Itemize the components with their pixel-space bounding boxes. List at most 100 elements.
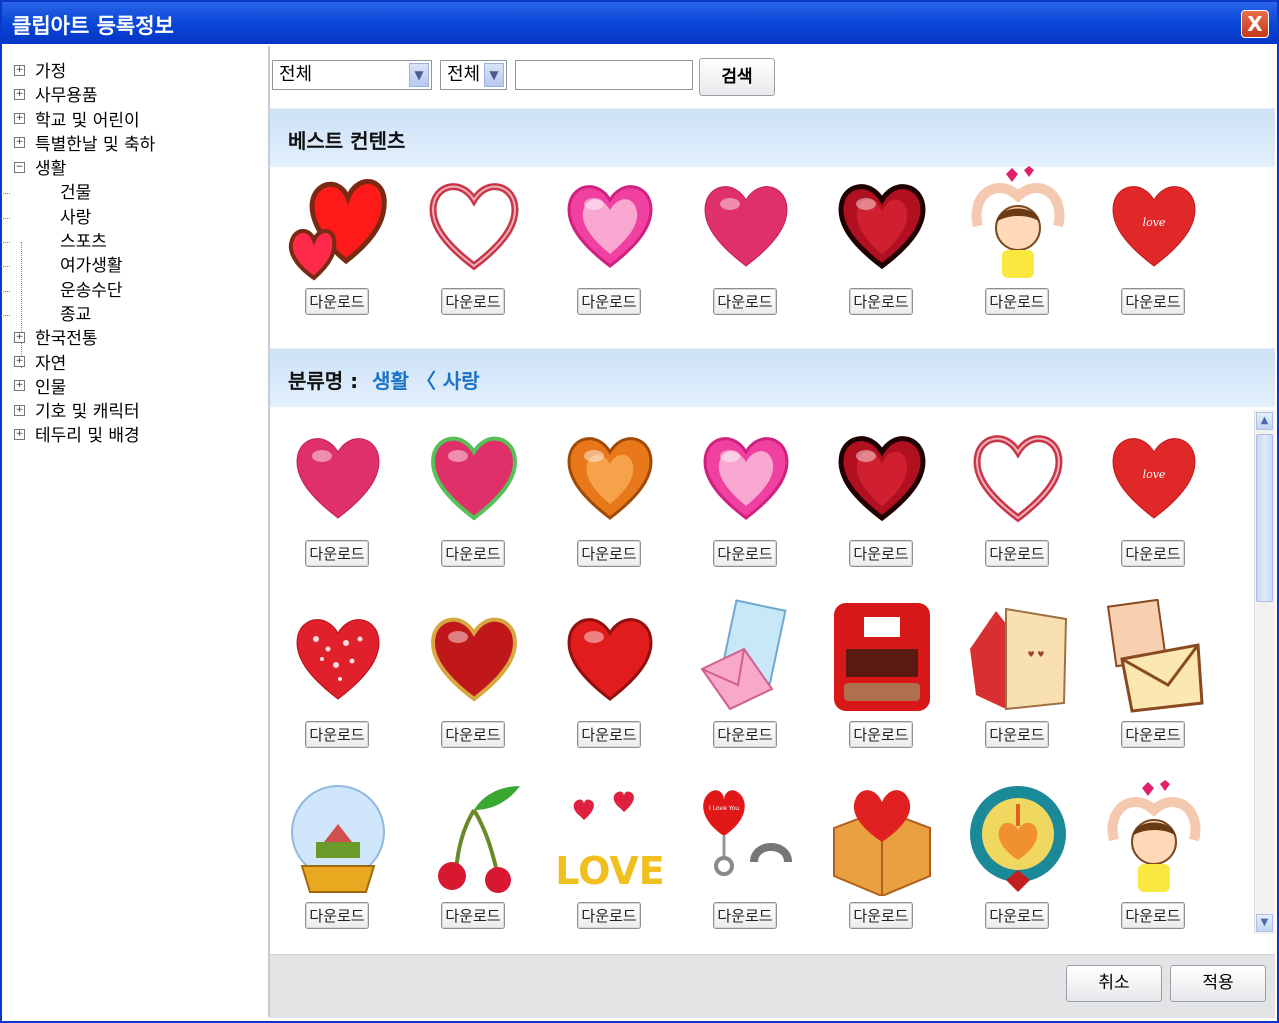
love-letter-icon[interactable]	[694, 599, 798, 715]
download-button[interactable]: 다운로드	[577, 288, 641, 315]
cherry-icon[interactable]	[422, 780, 526, 896]
scroll-down-icon[interactable]: ▼	[1256, 914, 1273, 932]
download-button[interactable]: 다운로드	[577, 540, 641, 567]
scroll-thumb[interactable]	[1256, 434, 1273, 602]
search-button[interactable]: 검색	[699, 58, 775, 96]
pink-glossy-heart-icon[interactable]	[558, 166, 662, 282]
tree-item[interactable]: 건물	[0, 181, 155, 205]
download-button[interactable]: 다운로드	[849, 902, 913, 929]
download-button[interactable]: 다운로드	[713, 288, 777, 315]
tree-item[interactable]: 종교	[0, 303, 155, 327]
download-button[interactable]: 다운로드	[1121, 902, 1185, 929]
tree-item[interactable]: 운송수단	[0, 279, 155, 303]
rose-heart-icon[interactable]	[694, 166, 798, 282]
download-button[interactable]: 다운로드	[305, 902, 369, 929]
red-heart-pair-icon[interactable]	[286, 166, 390, 282]
tree-item[interactable]: 여가생활	[0, 254, 155, 278]
love-text-icon[interactable]: LOVE	[555, 780, 665, 896]
vertical-scrollbar[interactable]: ▲ ▼	[1254, 410, 1275, 934]
expand-icon[interactable]: +	[14, 113, 25, 125]
download-button[interactable]: 다운로드	[577, 902, 641, 929]
tree-item[interactable]: − 생활	[14, 157, 155, 181]
download-button[interactable]: 다운로드	[305, 288, 369, 315]
dotted-heart-icon[interactable]	[286, 599, 390, 715]
download-button[interactable]: 다운로드	[441, 902, 505, 929]
dark-red-heart-icon[interactable]	[830, 166, 934, 282]
download-button[interactable]: 다운로드	[1121, 721, 1185, 748]
chevron-down-icon[interactable]: ▼	[484, 63, 504, 87]
download-button[interactable]: 다운로드	[985, 540, 1049, 567]
dark-red-heart-icon[interactable]	[830, 418, 934, 534]
shiny-red-heart-icon[interactable]	[558, 599, 662, 715]
expand-icon[interactable]: +	[14, 356, 25, 368]
collapse-icon[interactable]: −	[14, 161, 25, 173]
search-input[interactable]	[515, 60, 693, 90]
expand-icon[interactable]: +	[14, 428, 25, 440]
snow-globe-icon[interactable]	[286, 780, 390, 896]
tree-item[interactable]: + 한국전통	[14, 327, 155, 351]
girl-heart-arms-icon[interactable]	[1102, 780, 1206, 896]
download-button[interactable]: 다운로드	[1121, 540, 1185, 567]
download-button[interactable]: 다운로드	[305, 540, 369, 567]
heart-balloon-handcuff-icon[interactable]: I Love You	[694, 780, 798, 896]
glitter-heart-outline-icon[interactable]	[422, 166, 526, 282]
download-button[interactable]: 다운로드	[441, 540, 505, 567]
gold-rim-heart-icon[interactable]	[422, 599, 526, 715]
love-heart-icon[interactable]: love	[1102, 418, 1206, 534]
expand-icon[interactable]: +	[14, 137, 25, 149]
download-button[interactable]: 다운로드	[985, 902, 1049, 929]
chevron-down-icon[interactable]: ▼	[409, 63, 429, 87]
cancel-button[interactable]: 취소	[1066, 965, 1162, 1002]
download-button[interactable]: 다운로드	[985, 721, 1049, 748]
clipart-item: 다운로드	[270, 599, 406, 769]
red-mailbox-icon[interactable]	[830, 599, 934, 715]
tree-item[interactable]: 사랑	[0, 206, 155, 230]
rose-heart-icon[interactable]	[286, 418, 390, 534]
download-button[interactable]: 다운로드	[1121, 288, 1185, 315]
download-button[interactable]: 다운로드	[849, 288, 913, 315]
orange-heart-icon[interactable]	[558, 418, 662, 534]
subcategory-select[interactable]: 전체 ▼	[440, 60, 507, 90]
download-button[interactable]: 다운로드	[441, 721, 505, 748]
download-button[interactable]: 다운로드	[577, 721, 641, 748]
tree-item[interactable]: + 사무용품	[14, 84, 155, 108]
girl-heart-arms-icon[interactable]	[966, 166, 1070, 282]
tree-item[interactable]: + 기호 및 캐릭터	[14, 400, 155, 424]
greeting-card-icon[interactable]: ♥ ♥	[966, 599, 1070, 715]
expand-icon[interactable]: +	[14, 380, 25, 392]
pink-glossy-heart-icon[interactable]	[694, 418, 798, 534]
title-bar[interactable]: 클립아트 등록정보 X	[2, 2, 1277, 44]
love-wreath-icon[interactable]	[966, 780, 1070, 896]
tree-item[interactable]: + 인물	[14, 376, 155, 400]
expand-icon[interactable]: +	[14, 88, 25, 100]
tree-item[interactable]: + 학교 및 어린이	[14, 109, 155, 133]
expand-icon[interactable]: +	[14, 64, 25, 76]
category-path-link[interactable]: 생활 〈 사랑	[372, 369, 480, 393]
clipart-item: I Love You 다운로드	[678, 780, 814, 938]
category-clipart-scroll-area[interactable]: 다운로드 다운로드 다운로드 다운로드 다운로드 다운로드 love 다운로드 다운로드 다운로드…	[270, 410, 1275, 938]
tree-item[interactable]: + 가정	[14, 60, 155, 84]
green-outline-heart-icon[interactable]	[422, 418, 526, 534]
expand-icon[interactable]: +	[14, 331, 25, 343]
tree-item[interactable]: + 자연	[14, 352, 155, 376]
download-button[interactable]: 다운로드	[441, 288, 505, 315]
close-button[interactable]: X	[1241, 10, 1269, 38]
download-button[interactable]: 다운로드	[849, 540, 913, 567]
category-select[interactable]: 전체 ▼	[272, 60, 432, 90]
tree-item[interactable]: + 특별한날 및 축하	[14, 133, 155, 157]
envelope-letter-icon[interactable]	[1102, 598, 1206, 715]
tree-item[interactable]: 스포츠	[0, 230, 155, 254]
love-heart-icon[interactable]: love	[1102, 166, 1206, 282]
apply-button[interactable]: 적용	[1170, 965, 1266, 1002]
expand-icon[interactable]: +	[14, 404, 25, 416]
download-button[interactable]: 다운로드	[985, 288, 1049, 315]
scroll-up-icon[interactable]: ▲	[1256, 412, 1273, 430]
tree-item[interactable]: + 테두리 및 배경	[14, 424, 155, 448]
download-button[interactable]: 다운로드	[713, 721, 777, 748]
download-button[interactable]: 다운로드	[305, 721, 369, 748]
download-button[interactable]: 다운로드	[713, 902, 777, 929]
heart-gift-box-icon[interactable]	[830, 780, 934, 898]
download-button[interactable]: 다운로드	[713, 540, 777, 567]
download-button[interactable]: 다운로드	[849, 721, 913, 748]
glitter-heart-outline-icon[interactable]	[966, 418, 1070, 534]
